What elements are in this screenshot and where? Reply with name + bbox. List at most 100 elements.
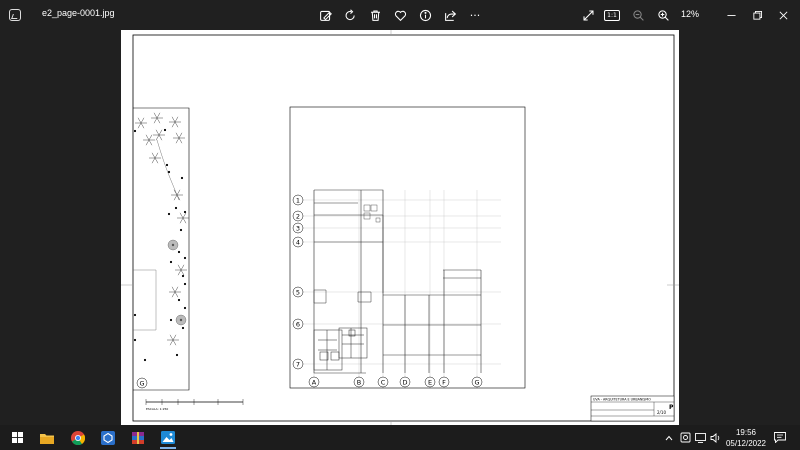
row-axis-bubble: 2: [292, 210, 304, 222]
tree-symbol: [169, 286, 181, 298]
plant-dot: [133, 338, 137, 342]
actual-size-icon[interactable]: 1:1: [603, 6, 621, 24]
floor-plan-drawing: 1 2 3 4 5 6 7 A B C D E F G G ESCALA: 1:250 UVA - AR…: [121, 30, 679, 425]
plant-dot: [167, 170, 171, 174]
column-axis-label: G: [474, 378, 479, 386]
tree-symbol: [173, 132, 185, 144]
image-canvas[interactable]: 1 2 3 4 5 6 7 A B C D E F G G ESCALA: 1:250 UVA - AR…: [0, 30, 800, 425]
delete-icon[interactable]: [366, 6, 384, 24]
plant-dot: [165, 163, 169, 167]
row-axis-label: 6: [296, 320, 300, 328]
tree-symbol: [151, 112, 163, 124]
more-icon[interactable]: ···: [466, 6, 484, 24]
column-axis-label: D: [402, 378, 407, 386]
column-axis-label: A: [312, 378, 317, 386]
drawing-page: 1 2 3 4 5 6 7 A B C D E F G G ESCALA: 1:250 UVA - AR…: [121, 30, 679, 425]
column-axis-bubble: G: [471, 376, 483, 388]
close-icon[interactable]: [774, 6, 792, 24]
column-axis-bubble: B: [353, 376, 365, 388]
title-bar: e2_page-0001.jpg ··· 1:1 12%: [0, 0, 800, 30]
scale-caption: ESCALA: 1:250: [146, 407, 168, 411]
tree-symbol: [177, 212, 189, 224]
column-axis-bubble: D: [399, 376, 411, 388]
tree-symbol: [149, 152, 161, 164]
network-icon[interactable]: [693, 428, 707, 447]
plant-dot: [181, 274, 185, 278]
photos-app-icon: [9, 9, 21, 21]
column-axis-bubble: F: [438, 376, 450, 388]
row-axis-bubble: 7: [292, 358, 304, 370]
chrome-icon[interactable]: [68, 428, 88, 447]
show-hidden-icons-chevron-icon[interactable]: [663, 428, 675, 447]
tree-symbol: [135, 117, 147, 129]
file-name: e2_page-0001.jpg: [42, 8, 115, 18]
column-axis-label: F: [442, 378, 446, 386]
sheet-number: 2/10: [657, 410, 666, 415]
zoom-out-icon[interactable]: [629, 6, 647, 24]
plant-dot: [183, 282, 187, 286]
row-axis-label: 1: [296, 196, 300, 204]
windows-start-icon[interactable]: [7, 428, 27, 447]
actual-size-label: 1:1: [604, 9, 620, 21]
plant-dot: [163, 128, 167, 132]
favorite-icon[interactable]: [391, 6, 409, 24]
info-icon[interactable]: [416, 6, 434, 24]
fullscreen-icon[interactable]: [579, 6, 597, 24]
rotate-icon[interactable]: [341, 6, 359, 24]
plant-dot: [169, 260, 173, 264]
left-column-label: G: [139, 380, 144, 388]
winrar-icon[interactable]: [128, 428, 148, 447]
tray-clock[interactable]: 19:56 05/12/2022: [726, 427, 766, 449]
column-axis-label: B: [357, 378, 361, 386]
row-axis-bubble: 6: [292, 318, 304, 330]
title-block: UVA - ARQUITETURA E URBANISMO P 2/10: [590, 395, 675, 422]
notifications-icon[interactable]: [772, 428, 788, 447]
volume-icon[interactable]: [708, 428, 722, 447]
landscape-strip: [133, 107, 190, 391]
tree-symbol: [153, 129, 165, 141]
plant-dot: [183, 256, 187, 260]
plant-dot: [179, 228, 183, 232]
plant-dot: [181, 326, 185, 330]
column-axis-bubble: C: [377, 376, 389, 388]
plant-dot: [183, 210, 187, 214]
row-axis-label: 4: [296, 238, 300, 246]
scale-bar: ESCALA: 1:250: [145, 399, 244, 411]
share-icon[interactable]: [441, 6, 459, 24]
tree-symbol: [175, 264, 187, 276]
plant-dot: [169, 318, 173, 322]
edit-image-icon[interactable]: [316, 6, 334, 24]
row-axis-label: 7: [296, 360, 300, 368]
tree-symbol: [171, 189, 183, 201]
sheet-letter: P: [669, 404, 674, 411]
row-axis-label: 5: [296, 288, 300, 296]
security-icon[interactable]: [678, 428, 692, 447]
file-explorer-icon[interactable]: [37, 428, 57, 447]
row-axis-label: 2: [296, 212, 300, 220]
plant-dot: [174, 206, 178, 210]
column-axis-label: E: [428, 378, 432, 386]
zoom-in-icon[interactable]: [654, 6, 672, 24]
plant-dot: [133, 129, 137, 133]
tree-symbol: [175, 314, 187, 326]
plant-dot: [143, 358, 147, 362]
row-axis-bubble: 3: [292, 222, 304, 234]
tree-symbol: [169, 116, 181, 128]
restore-icon[interactable]: [748, 6, 766, 24]
minimize-icon[interactable]: [722, 6, 740, 24]
plant-dot: [175, 353, 179, 357]
plant-dot: [183, 306, 187, 310]
plant-dot: [167, 212, 171, 216]
plant-dot: [177, 298, 181, 302]
app-blue-icon[interactable]: [98, 428, 118, 447]
plant-dot: [133, 313, 137, 317]
clock-date: 05/12/2022: [725, 439, 766, 448]
photos-icon[interactable]: [158, 428, 178, 449]
clock-time: 19:56: [735, 428, 756, 437]
column-axis-bubble: E: [424, 376, 436, 388]
row-axis-bubble: 1: [292, 194, 304, 206]
plant-dot: [177, 250, 181, 254]
taskbar: 19:56 05/12/2022: [0, 425, 800, 450]
tree-symbol: [167, 334, 179, 346]
tree-symbol: [143, 134, 155, 146]
